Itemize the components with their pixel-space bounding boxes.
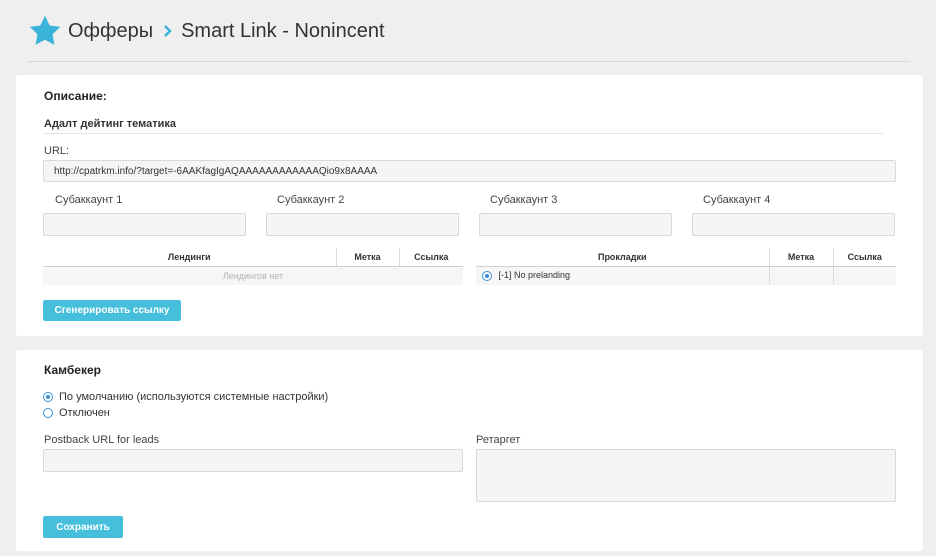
generate-link-button[interactable]: Сгенерировать ссылку: [43, 300, 181, 321]
subaccount-2-input[interactable]: [266, 213, 459, 236]
radio-disabled-indicator[interactable]: [43, 408, 53, 418]
cambecker-panel: Камбекер По умолчанию (используются сист…: [16, 350, 923, 551]
offer-panel: Описание: Адалт дейтинг тематика URL: Су…: [16, 75, 923, 336]
radio-option-default[interactable]: По умолчанию (используются системные нас…: [43, 391, 328, 403]
table-row[interactable]: [-1] No prelanding: [476, 266, 896, 285]
subaccount-1-input[interactable]: [43, 213, 246, 236]
landings-table: Лендинги Метка Ссылка Лендингов нет: [43, 248, 463, 285]
prelandings-table: Прокладки Метка Ссылка [-1] No prelandin…: [476, 248, 896, 285]
subaccount-3-label: Субаккаунт 3: [490, 194, 558, 206]
page-header: Офферы Smart Link - Nonincent: [28, 14, 385, 48]
prelanding-radio[interactable]: [482, 271, 492, 282]
tag-column-header: Метка: [335, 248, 399, 267]
save-button[interactable]: Сохранить: [43, 516, 123, 538]
radio-default-indicator[interactable]: [43, 392, 53, 402]
retarget-label: Ретаргет: [476, 434, 521, 446]
header-divider: [28, 61, 910, 62]
subaccount-3-input[interactable]: [479, 213, 672, 236]
radio-option-disabled[interactable]: Отключен: [43, 407, 110, 419]
subaccount-1-label: Субаккаунт 1: [55, 194, 123, 206]
prelanding-cell[interactable]: [-1] No prelanding: [476, 266, 769, 285]
postback-url-input[interactable]: [43, 449, 463, 472]
postback-label: Postback URL for leads: [44, 434, 160, 446]
description-heading: Описание:: [44, 89, 107, 103]
retarget-textarea[interactable]: [476, 449, 896, 502]
url-field[interactable]: [43, 160, 896, 182]
cambecker-heading: Камбекер: [44, 363, 101, 377]
link-column-header: Ссылка: [398, 248, 463, 267]
radio-disabled-label: Отключен: [59, 407, 110, 419]
page-title: Smart Link - Nonincent: [181, 19, 385, 42]
url-label: URL:: [44, 145, 70, 157]
link-column-header: Ссылка: [832, 248, 896, 267]
prelanding-label: [-1] No prelanding: [498, 270, 571, 281]
landings-empty-text: Лендингов нет: [43, 266, 463, 285]
prelanding-link-cell: [832, 266, 896, 285]
topic-label: Адалт дейтинг тематика: [44, 118, 177, 130]
prelandings-column-header: Прокладки: [476, 248, 769, 267]
tag-column-header: Метка: [768, 248, 833, 267]
subaccount-4-input[interactable]: [692, 213, 895, 236]
breadcrumb-offers[interactable]: Офферы: [68, 20, 153, 43]
subaccount-4-label: Субаккаунт 4: [703, 194, 771, 206]
landings-column-header: Лендинги: [43, 248, 336, 267]
chevron-right-icon: [164, 25, 172, 37]
prelanding-tag-cell: [768, 266, 833, 285]
radio-default-label: По умолчанию (используются системные нас…: [59, 391, 329, 403]
subaccount-2-label: Субаккаунт 2: [277, 194, 345, 206]
topic-divider: [43, 133, 883, 134]
table-row: Лендингов нет: [43, 266, 463, 285]
star-icon: [29, 15, 61, 45]
